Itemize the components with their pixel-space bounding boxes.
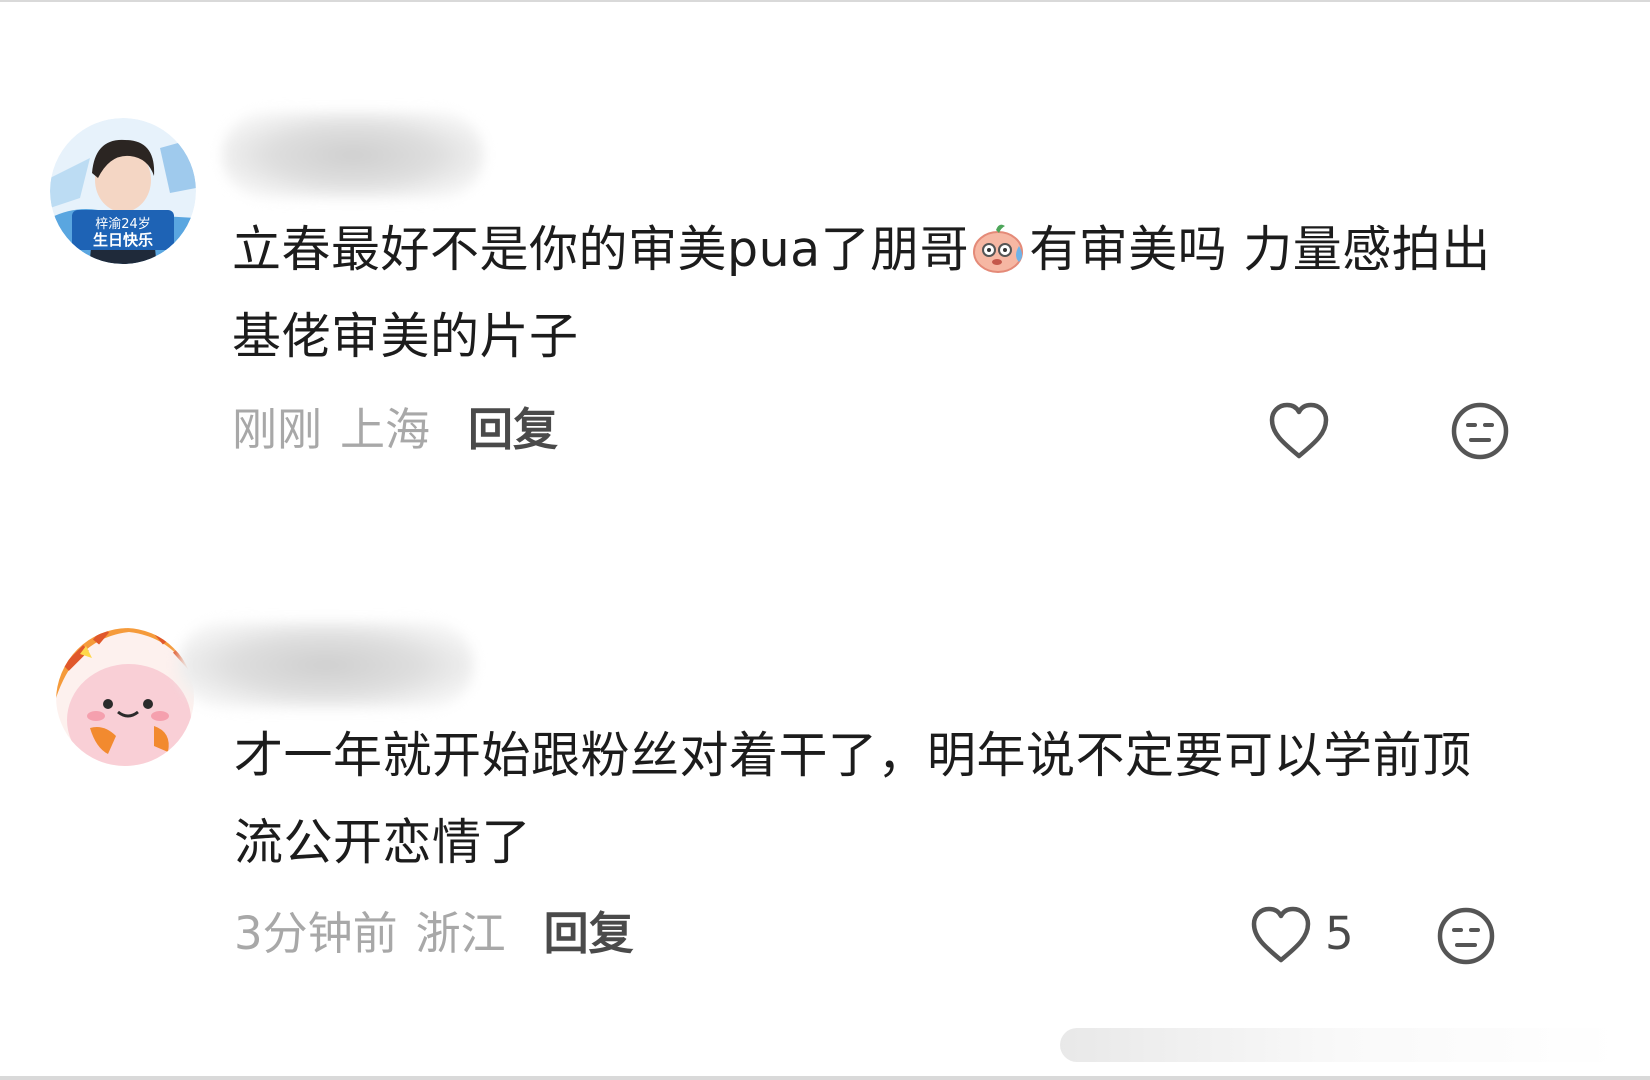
comment-location: 上海 xyxy=(340,403,431,456)
user-avatar-1[interactable]: 梓渝24岁 生日快乐 xyxy=(50,118,196,264)
like-count-2: 5 xyxy=(1325,907,1354,960)
top-divider xyxy=(0,0,1650,2)
meh-face-icon[interactable] xyxy=(1436,906,1496,966)
comment-text-1-part1: 立春最好不是你的审美pua了朋哥 xyxy=(232,221,970,278)
svg-text:生日快乐: 生日快乐 xyxy=(93,231,153,249)
bottom-divider xyxy=(0,1076,1650,1080)
comment-meta-1: 刚刚 上海 回复 xyxy=(232,400,558,460)
username-redacted-1[interactable] xyxy=(222,112,484,198)
comment-meta-2: 3分钟前 浙江 回复 xyxy=(234,904,634,964)
avatar-image: 梓渝24岁 生日快乐 xyxy=(50,118,196,264)
scroll-fade-overlay xyxy=(1060,1028,1620,1062)
heart-outline-icon[interactable] xyxy=(1268,402,1330,460)
avatar-image xyxy=(56,628,194,766)
user-avatar-2[interactable] xyxy=(56,628,194,766)
meh-face-icon[interactable] xyxy=(1450,401,1510,461)
comment-text-1: 立春最好不是你的审美pua了朋哥 有审美吗 力量感拍出基佬审美的片子 xyxy=(232,206,1532,380)
reply-button[interactable]: 回复 xyxy=(468,403,558,456)
comment-text-2: 才一年就开始跟粉丝对着干了，明年说不定要可以学前顶流公开恋情了 xyxy=(234,727,1472,871)
reply-button[interactable]: 回复 xyxy=(544,907,634,960)
comment-time: 3分钟前 xyxy=(234,907,398,960)
username-redacted-2[interactable] xyxy=(178,622,474,708)
avatar-badge-text: 梓渝24岁 xyxy=(95,216,151,232)
comment-time: 刚刚 xyxy=(232,403,323,456)
sweat-peach-emoji-icon xyxy=(969,216,1029,276)
heart-outline-icon[interactable] xyxy=(1250,906,1312,964)
comment-location: 浙江 xyxy=(415,907,506,960)
